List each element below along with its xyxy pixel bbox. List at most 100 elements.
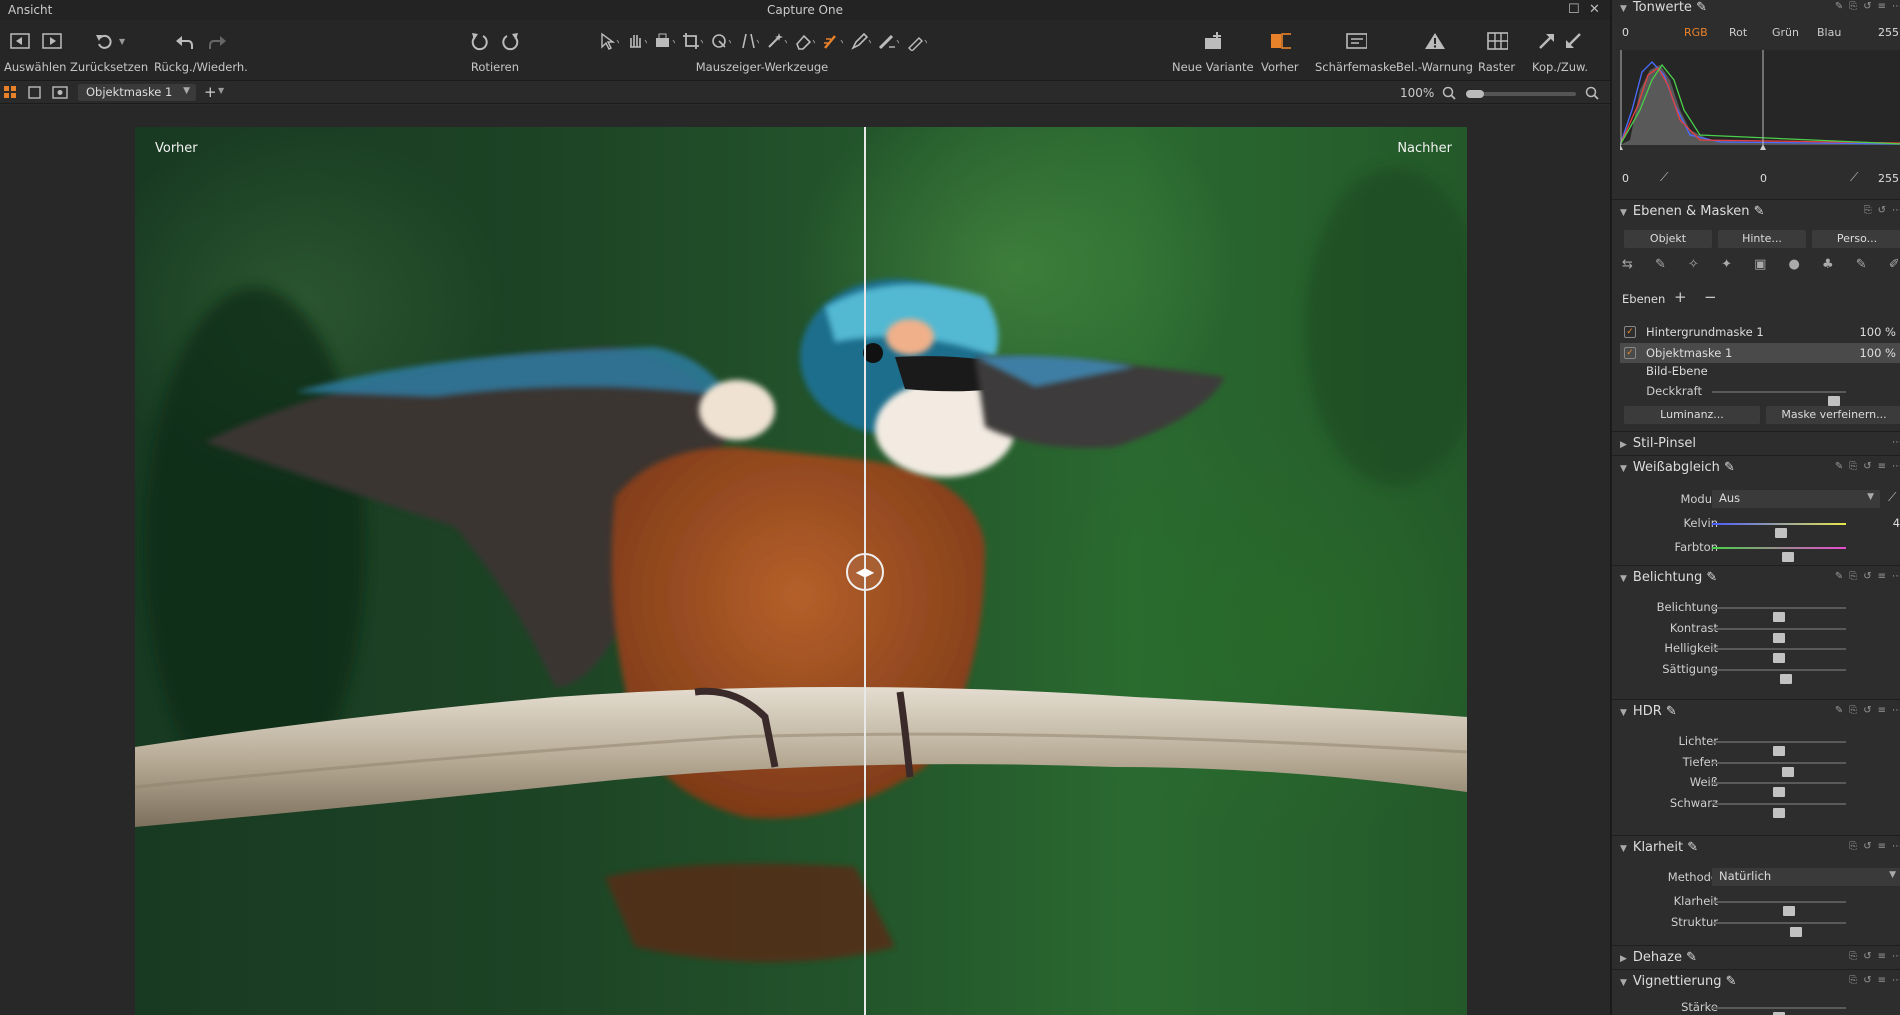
slider-track[interactable]: [1712, 782, 1846, 797]
section-tools-icons[interactable]: ✎⎘↺≡⋯: [1835, 461, 1900, 472]
section-tools-icons[interactable]: ✎⎘↺≡⋯: [1835, 705, 1900, 716]
zoom-slider-handle[interactable]: [1466, 90, 1484, 98]
redo-icon[interactable]: [206, 31, 228, 51]
before-toggle-group[interactable]: Vorher: [1261, 28, 1299, 74]
section-tools-icons[interactable]: ⎘↺⋯: [1864, 205, 1900, 216]
layer-row[interactable]: ✓ Hintergrundmaske 1 100 %: [1620, 322, 1900, 342]
eye-icon[interactable]: [52, 86, 68, 100]
copy-apply-group[interactable]: Kop./Zuw.: [1532, 28, 1588, 74]
vignetting-header[interactable]: ▼ Vignettierung ✎: [1620, 974, 1737, 989]
apply-arrow-icon[interactable]: [1562, 31, 1584, 51]
kelvin-value[interactable]: 4658: [1862, 516, 1900, 530]
white-balance-header[interactable]: ▼ Weißabgleich ✎: [1620, 460, 1735, 475]
slider-track[interactable]: [1712, 741, 1846, 756]
person-mask-button[interactable]: Perso...: [1812, 230, 1900, 248]
tint-value[interactable]: 8: [1862, 540, 1900, 554]
style-brush-header[interactable]: ▶ Stil-Pinsel: [1620, 436, 1696, 451]
slider-value[interactable]: 18: [1862, 894, 1900, 908]
grid-icon[interactable]: [1486, 31, 1508, 51]
slider-track[interactable]: [1712, 627, 1846, 643]
wb-picker-icon[interactable]: ⟋: [1888, 490, 1896, 505]
slider-track[interactable]: [1712, 1007, 1846, 1015]
slider-track[interactable]: [1712, 648, 1846, 663]
select-next-icon[interactable]: [40, 31, 62, 51]
slider-value[interactable]: 0: [1862, 734, 1900, 748]
section-tools-icons[interactable]: ⋯: [1892, 437, 1900, 448]
edit-pen-icon[interactable]: ✎: [1687, 840, 1698, 855]
luminance-button[interactable]: Luminanz...: [1624, 406, 1760, 424]
gradient-brush-icon[interactable]: [877, 31, 899, 51]
edit-pen-icon[interactable]: ✎: [1754, 204, 1765, 219]
white-picker-icon[interactable]: ⟋: [1850, 170, 1858, 185]
section-tools-icons[interactable]: ⎘↺≡⋯: [1849, 975, 1900, 986]
add-layer-icon[interactable]: +: [1674, 288, 1687, 306]
layer-row-selected[interactable]: ✓ Objektmaske 1 100 %: [1620, 343, 1900, 363]
slider-value[interactable]: 0: [1862, 775, 1900, 789]
select-tool-group[interactable]: Auswählen: [4, 28, 66, 74]
tab-rgb[interactable]: RGB: [1684, 26, 1708, 39]
warning-triangle-icon[interactable]: [1423, 31, 1446, 51]
clarity-header[interactable]: ▼ Klarheit ✎: [1620, 840, 1698, 855]
new-variant-group[interactable]: Neue Variante: [1172, 28, 1254, 74]
slider-value[interactable]: 0: [1862, 796, 1900, 810]
slider-value[interactable]: 0: [1862, 621, 1900, 635]
pointer-icon[interactable]: [597, 31, 619, 51]
levels-high-output[interactable]: 255: [1878, 172, 1899, 185]
close-icon[interactable]: ✕: [1589, 2, 1600, 17]
remove-layer-icon[interactable]: −: [1704, 288, 1717, 306]
section-tools-icons[interactable]: ✎⎘↺≡⋯: [1835, 571, 1900, 582]
straighten-icon[interactable]: [709, 31, 731, 51]
edit-pen-icon[interactable]: ✎: [1686, 950, 1697, 965]
spot-remove-icon[interactable]: [765, 31, 787, 51]
levels-high-input[interactable]: 255: [1878, 26, 1899, 39]
slider-handle[interactable]: [1773, 807, 1785, 818]
slider-track[interactable]: [1712, 668, 1846, 684]
slider-track[interactable]: [1712, 802, 1846, 818]
image-viewer[interactable]: Vorher Nachher ◀▶: [0, 105, 1610, 1015]
slider-track[interactable]: [1712, 901, 1846, 916]
section-tools-icons[interactable]: ⎘↺≡⋯: [1849, 841, 1900, 852]
kingfisher-photo[interactable]: Vorher Nachher ◀▶: [135, 127, 1467, 1015]
tint-slider-handle[interactable]: [1781, 552, 1794, 562]
reset-icon[interactable]: [93, 31, 115, 51]
edit-pen-icon[interactable]: ✎: [1696, 0, 1707, 15]
keystone-icon[interactable]: [737, 31, 759, 51]
mask-tools-icons[interactable]: ⇆ ✎ ✧ ✦ ▣ ● ♣ ✎ ✐ ✎: [1622, 257, 1900, 272]
background-mask-button[interactable]: Hinte...: [1718, 230, 1806, 248]
histogram[interactable]: [1620, 50, 1900, 160]
opacity-slider-handle[interactable]: [1827, 396, 1840, 406]
tint-slider[interactable]: [1712, 547, 1846, 562]
hdr-header[interactable]: ▼ HDR ✎: [1620, 704, 1677, 719]
slider-track[interactable]: [1712, 921, 1846, 937]
layer-checkbox[interactable]: ✓: [1624, 326, 1636, 338]
chevron-down-icon[interactable]: ▼: [119, 37, 125, 46]
pan-hand-icon[interactable]: [625, 31, 647, 51]
single-view-icon[interactable]: [28, 86, 42, 100]
levels-header[interactable]: ▼ Tonwerte ✎: [1620, 0, 1707, 15]
zoom-in-icon[interactable]: [1585, 86, 1599, 100]
layer-row[interactable]: Bild-Ebene: [1620, 364, 1900, 376]
new-variant-icon[interactable]: [1202, 31, 1224, 51]
select-previous-icon[interactable]: [8, 31, 30, 51]
zoom-out-icon[interactable]: [1442, 86, 1456, 100]
pen-brush-icon[interactable]: [849, 31, 871, 51]
exposure-warning-group[interactable]: Bel.-Warnung: [1396, 28, 1473, 74]
slider-handle[interactable]: [1790, 926, 1803, 937]
slider-handle[interactable]: [1780, 673, 1793, 684]
slider-track[interactable]: [1712, 607, 1846, 622]
restore-icon[interactable]: ☐: [1568, 2, 1580, 17]
rotate-left-icon[interactable]: [468, 31, 490, 51]
tab-blau[interactable]: Blau: [1817, 26, 1841, 39]
edit-pen-icon[interactable]: ✎: [1706, 570, 1717, 585]
focus-mask-group[interactable]: Schärfemaske: [1315, 28, 1396, 74]
focus-mask-icon[interactable]: [1345, 31, 1367, 51]
edit-pen-icon[interactable]: ✎: [1726, 974, 1737, 989]
kelvin-slider-handle[interactable]: [1775, 528, 1788, 538]
opacity-slider[interactable]: [1712, 391, 1846, 406]
eraser-icon[interactable]: [793, 31, 815, 51]
slider-value[interactable]: 0: [1862, 600, 1900, 614]
undo-icon[interactable]: [174, 31, 196, 51]
color-picker-icon[interactable]: [905, 31, 927, 51]
rotate-right-icon[interactable]: [500, 31, 522, 51]
mask-brush-active-icon[interactable]: [821, 31, 843, 51]
